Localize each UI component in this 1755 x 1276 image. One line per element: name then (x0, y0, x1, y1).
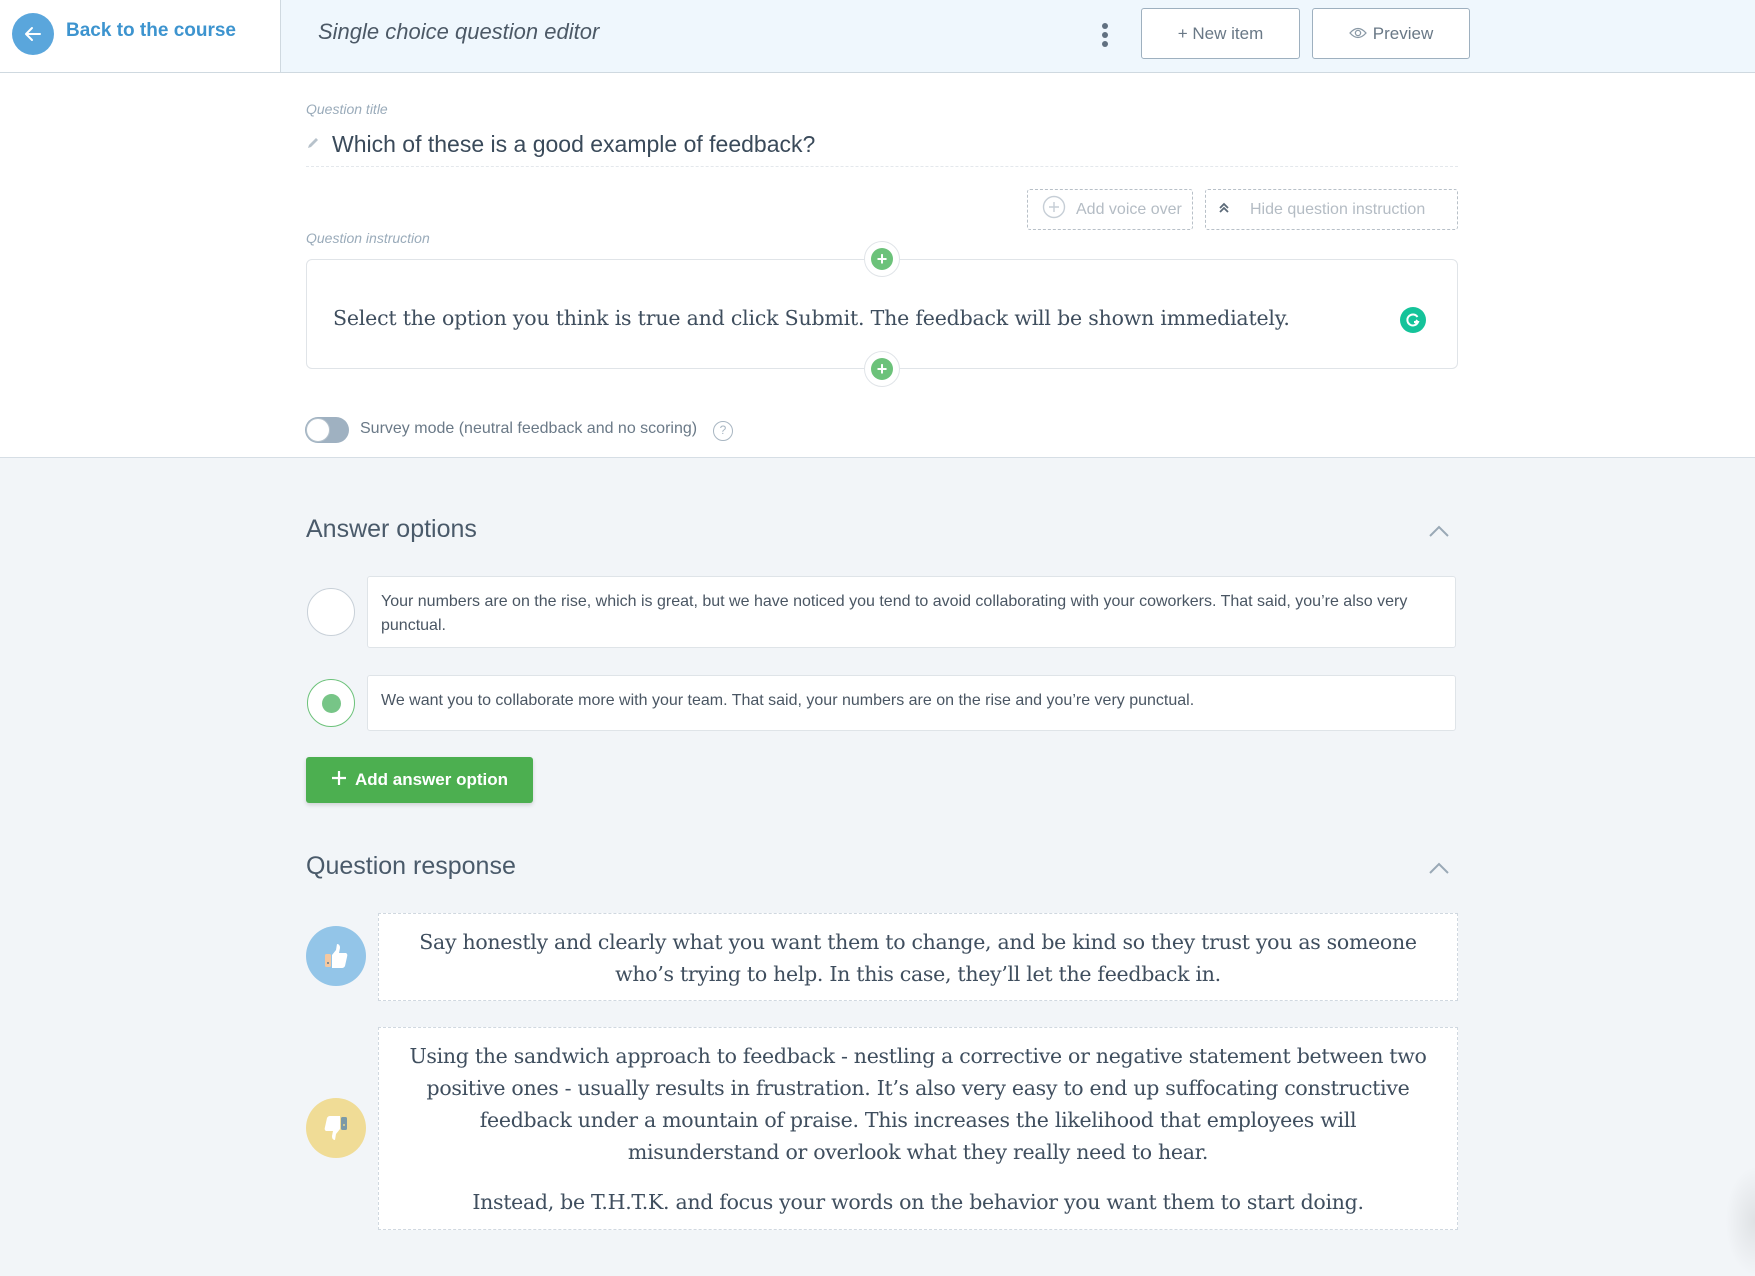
add-answer-option-label: Add answer option (355, 770, 508, 789)
thumbs-up-icon (306, 926, 366, 986)
question-instruction-text: Select the option you think is true and … (333, 306, 1290, 330)
answer-options-heading: Answer options (306, 515, 477, 543)
double-chevron-up-icon (1218, 201, 1230, 219)
help-icon[interactable]: ? (713, 421, 733, 441)
correct-feedback-text[interactable]: Say honestly and clearly what you want t… (378, 913, 1458, 1001)
new-item-button[interactable]: + New item (1141, 8, 1300, 59)
question-title-text: Which of these is a good example of feed… (332, 131, 816, 157)
top-bar: Back to the course Single choice questio… (0, 0, 1755, 73)
plus-icon: + (871, 358, 893, 380)
question-title-field[interactable]: Which of these is a good example of feed… (306, 124, 1458, 167)
hide-question-instruction-label: Hide question instruction (1250, 200, 1426, 218)
incorrect-feedback-text[interactable]: Using the sandwich approach to feedback … (378, 1027, 1458, 1230)
add-circle-icon (1042, 195, 1066, 224)
thumbs-down-icon (306, 1098, 366, 1158)
answer-option-2-radio[interactable] (307, 679, 355, 727)
preview-label: Preview (1372, 23, 1434, 43)
back-arrow-icon (12, 13, 54, 55)
more-options-icon[interactable] (1097, 20, 1113, 50)
back-to-course-button[interactable]: Back to the course (0, 0, 281, 72)
pencil-icon (306, 136, 320, 155)
answer-option-1-radio[interactable] (307, 588, 355, 636)
plus-icon (331, 770, 347, 791)
insert-block-below-button[interactable]: + (864, 351, 900, 387)
corner-shadow (1725, 1166, 1755, 1276)
insert-block-above-button[interactable]: + (864, 241, 900, 277)
question-response-heading: Question response (306, 852, 516, 880)
survey-mode-toggle[interactable] (305, 417, 349, 443)
answer-option-2-input[interactable]: We want you to collaborate more with you… (367, 675, 1456, 731)
add-voice-over-label: Add voice over (1076, 200, 1182, 218)
back-to-course-label: Back to the course (66, 20, 236, 41)
hide-question-instruction-button[interactable]: Hide question instruction (1205, 189, 1458, 230)
new-item-label: + New item (1177, 23, 1264, 43)
grammarly-icon[interactable] (1400, 307, 1426, 333)
question-instruction-label: Question instruction (306, 230, 430, 246)
editor-title: Single choice question editor (318, 19, 600, 44)
answer-option-1-input[interactable]: Your numbers are on the rise, which is g… (367, 576, 1456, 648)
preview-button[interactable]: Preview (1312, 8, 1470, 59)
add-voice-over-button[interactable]: Add voice over (1027, 189, 1193, 230)
eye-icon (1348, 24, 1367, 44)
plus-icon: + (871, 248, 893, 270)
collapse-answer-options-icon[interactable] (1427, 523, 1451, 539)
incorrect-feedback-paragraph-1: Using the sandwich approach to feedback … (409, 1044, 1427, 1164)
incorrect-feedback-paragraph-2: Instead, be T.H.T.K. and focus your word… (472, 1190, 1364, 1214)
add-answer-option-button[interactable]: Add answer option (306, 757, 533, 803)
survey-mode-label: Survey mode (neutral feedback and no sco… (360, 420, 698, 437)
collapse-question-response-icon[interactable] (1427, 860, 1451, 876)
question-title-label: Question title (306, 101, 388, 117)
